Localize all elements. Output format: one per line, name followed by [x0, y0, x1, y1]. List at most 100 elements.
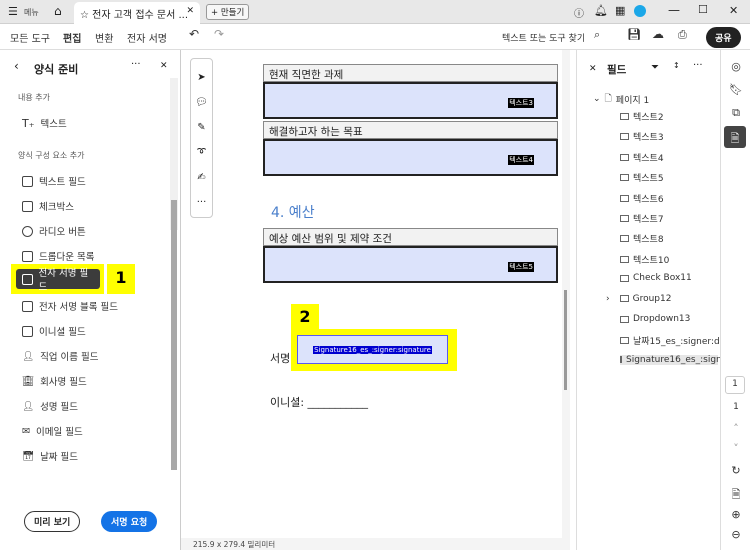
field-tree-item[interactable]: Dropdown13: [620, 314, 690, 324]
document-canvas: ➤ 💬︎ ✎ ➰︎ ✍︎ ··· 현재 직면한 과제 텍스트3 해결하고자 하는 목표 텍…: [181, 50, 570, 538]
signature-field-item[interactable]: 전자 서명 필드: [16, 268, 100, 293]
pages-icon[interactable]: ⧉: [729, 106, 743, 120]
tree-page-1[interactable]: ⌄ 🗋 페이지 1: [593, 91, 649, 107]
initials-item[interactable]: 이니셜 필드: [22, 324, 86, 338]
field-tree-item[interactable]: 텍스트4: [620, 151, 664, 164]
page-size: 215.9 x 279.4 밀리미터: [193, 540, 276, 549]
search-tools[interactable]: 텍스트 또는 도구 찾기: [502, 31, 585, 44]
fill-sign-icon[interactable]: ✍︎: [191, 165, 212, 190]
tab-convert[interactable]: 변환: [95, 30, 113, 45]
menu-icon[interactable]: ☰: [8, 5, 18, 18]
bell-icon[interactable]: 🔔︎: [594, 4, 608, 17]
field-tree-item[interactable]: Signature16_es_:signer: [620, 354, 731, 365]
redo-icon[interactable]: ↷: [214, 27, 224, 41]
text-field-icon: [620, 113, 629, 120]
rotate-icon[interactable]: ↻: [729, 464, 743, 477]
section-heading: 4. 예산: [271, 205, 315, 221]
filter-icon[interactable]: ⏷: [651, 62, 659, 73]
pen-icon[interactable]: ✎: [191, 115, 212, 140]
field-tree-item[interactable]: 텍스트6: [620, 192, 664, 205]
text-field-item[interactable]: 텍스트 필드: [22, 174, 86, 188]
chevron-right-icon[interactable]: ›: [606, 294, 610, 304]
item-label: 전자 서명 블록 필드: [39, 302, 118, 313]
email-item[interactable]: ✉ 이메일 필드: [22, 424, 83, 439]
close-tab-icon[interactable]: ✕: [186, 6, 194, 16]
document-tab[interactable]: ☆ 전자 고객 접수 문서 ... ✕: [74, 2, 200, 24]
sort-icon[interactable]: ↕: [673, 61, 680, 70]
field-tree-item[interactable]: Check Box11: [620, 273, 692, 283]
field-tree-item[interactable]: 텍스트3: [620, 130, 664, 143]
field-tree-item[interactable]: 날짜15_es_:signer:date: [620, 334, 734, 347]
zoom-out-icon[interactable]: ⊖: [729, 528, 743, 541]
signature-field[interactable]: Signature16_es_:signer:signature: [297, 335, 448, 364]
text-field-icon: [620, 133, 629, 141]
title-item[interactable]: 👤︎ 직업 이름 필드: [22, 349, 99, 364]
add-text-item[interactable]: T₊ 텍스트: [22, 116, 67, 131]
name-item[interactable]: 👤︎ 성명 필드: [22, 399, 78, 414]
field-tag: 텍스트3: [508, 98, 534, 108]
more-icon[interactable]: ···: [131, 59, 141, 70]
scrollbar-thumb[interactable]: [171, 200, 177, 470]
field-tag: 텍스트5: [508, 262, 534, 272]
tree-label: 텍스트2: [633, 113, 664, 123]
maximize-icon[interactable]: ☐: [698, 3, 708, 16]
create-button[interactable]: + 만들기: [206, 4, 250, 20]
undo-icon[interactable]: ↶: [189, 27, 199, 41]
comments-icon[interactable]: ◎: [729, 60, 743, 73]
dropdown-item[interactable]: 드롭다운 목록: [22, 249, 94, 263]
text-field-5[interactable]: 텍스트5: [263, 246, 558, 283]
minimize-icon[interactable]: —: [668, 3, 680, 17]
comment-icon[interactable]: 💬︎: [191, 90, 212, 115]
star-icon[interactable]: ☆: [80, 10, 89, 21]
company-item[interactable]: 🏢︎ 회사명 필드: [22, 374, 87, 389]
radio-item[interactable]: 라디오 버튼: [22, 224, 86, 238]
lasso-icon[interactable]: ➰︎: [191, 140, 212, 165]
field-tree-item[interactable]: 텍스트5: [620, 171, 664, 184]
chevron-down-icon[interactable]: ˅: [729, 442, 743, 455]
close-fields-icon[interactable]: ✕: [589, 64, 597, 74]
budget-section: 예상 예산 범위 및 제약 조건 텍스트5: [263, 228, 558, 283]
select-icon[interactable]: ➤: [191, 65, 212, 90]
avatar[interactable]: [634, 5, 646, 17]
back-icon[interactable]: ‹: [14, 59, 19, 73]
field-tree-item[interactable]: 텍스트10: [620, 253, 669, 266]
print-icon[interactable]: ⎙: [678, 28, 687, 42]
canvas-scrollbar[interactable]: [562, 50, 570, 538]
text-field-3[interactable]: 텍스트3: [263, 82, 558, 119]
save-icon[interactable]: 💾︎: [627, 28, 641, 41]
close-window-icon[interactable]: ✕: [729, 4, 738, 17]
more-tools-icon[interactable]: ···: [191, 190, 212, 215]
fields-panel-icon[interactable]: 🗎: [724, 126, 746, 148]
chevron-down-icon[interactable]: ⌄: [593, 94, 601, 104]
text-field-4[interactable]: 텍스트4: [263, 139, 558, 176]
group-icon: [619, 295, 629, 303]
field-tree-item[interactable]: 텍스트7: [620, 212, 664, 225]
calendar-icon: 📅︎: [22, 450, 35, 462]
preview-button[interactable]: 미리 보기: [24, 511, 81, 532]
request-signature-button[interactable]: 서명 요청: [101, 511, 158, 532]
chevron-up-icon[interactable]: ˄: [729, 422, 743, 435]
date-item[interactable]: 📅︎ 날짜 필드: [22, 449, 78, 464]
field-tree-item[interactable]: 텍스트8: [620, 232, 664, 245]
upload-cloud-icon[interactable]: ☁: [652, 27, 664, 41]
field-tree-item[interactable]: 텍스트2: [620, 110, 664, 123]
zoom-in-icon[interactable]: ⊕: [729, 508, 743, 521]
tab-esign[interactable]: 전자 서명: [127, 30, 167, 45]
signature-block-item[interactable]: 전자 서명 블록 필드: [22, 299, 118, 313]
search-icon[interactable]: ⌕: [594, 28, 600, 42]
page-number-input[interactable]: 1: [725, 376, 745, 394]
share-button[interactable]: 공유: [706, 27, 741, 48]
building-icon: 🏢︎: [22, 375, 35, 387]
tab-all-tools[interactable]: 모든 도구: [10, 30, 50, 45]
checkbox-item[interactable]: 체크박스: [22, 199, 74, 213]
page-fit-icon[interactable]: 🗎: [729, 486, 743, 505]
home-icon[interactable]: ⌂: [54, 4, 62, 18]
bookmark-icon[interactable]: 🔖︎: [729, 83, 743, 96]
apps-grid-icon[interactable]: ▦: [615, 4, 625, 17]
field-tree-item[interactable]: › Group12: [606, 294, 671, 304]
more-icon[interactable]: ···: [693, 60, 703, 71]
help-icon[interactable]: ⓘ: [574, 5, 584, 20]
menu-button[interactable]: 메뉴: [24, 7, 39, 18]
tab-edit[interactable]: 편집: [63, 30, 82, 52]
close-panel-icon[interactable]: ✕: [160, 61, 168, 71]
